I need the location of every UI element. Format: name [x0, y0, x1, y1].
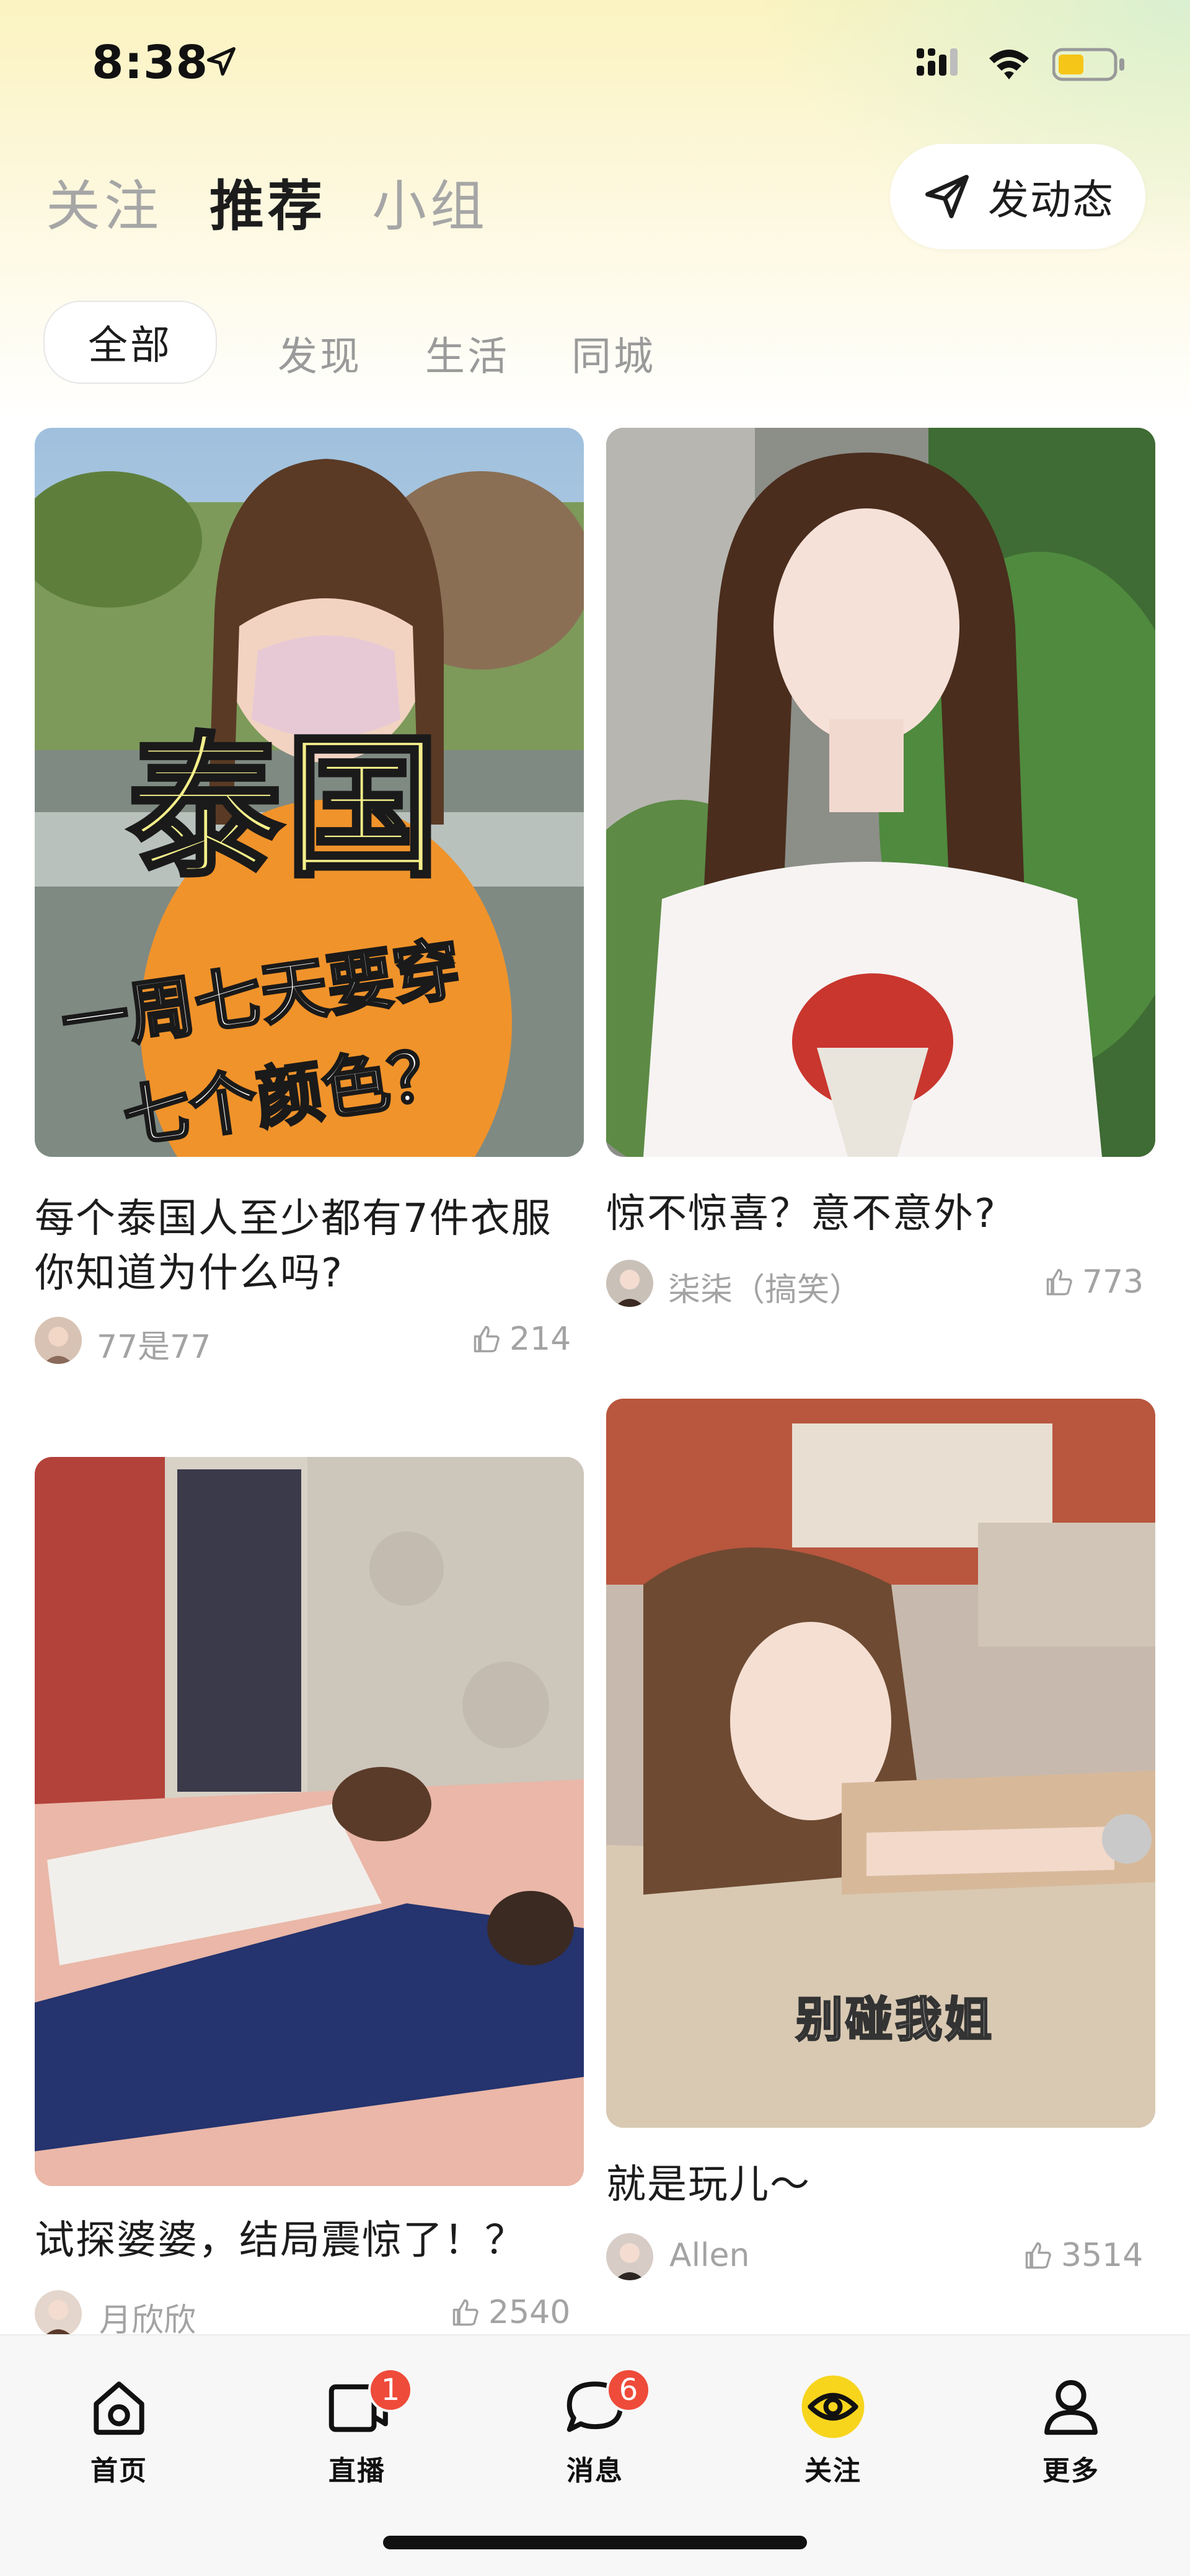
card-image-3[interactable]: [35, 1457, 584, 2186]
post-update-label: 发动态: [988, 176, 1114, 224]
like-count-4[interactable]: 3514: [1023, 2237, 1143, 2274]
nav-messages[interactable]: 6 消息: [521, 2368, 669, 2488]
thumbs-up-icon: [474, 1326, 500, 1353]
cellular-signal-icon: [917, 48, 958, 76]
bedroom-scene-illustration: [35, 1457, 584, 2186]
tab-groups[interactable]: 小组: [372, 162, 488, 241]
image-caption: 别碰我姐: [795, 1991, 994, 2048]
filter-local[interactable]: 同城: [571, 322, 656, 384]
card-title-3[interactable]: 试探婆婆，结局震惊了！？: [35, 2213, 580, 2268]
thumbs-up-icon: [452, 2299, 478, 2326]
nav-home-label: 首页: [90, 2455, 148, 2487]
filter-discover[interactable]: 发现: [278, 322, 362, 384]
nav-more[interactable]: 更多: [997, 2373, 1145, 2488]
battery-icon: [1052, 48, 1124, 81]
nav-messages-label: 消息: [566, 2455, 624, 2487]
author-name-3[interactable]: 月欣欣: [99, 2294, 196, 2340]
wifi-icon: [989, 50, 1029, 79]
nav-follow-label: 关注: [804, 2455, 862, 2487]
send-icon: [925, 175, 969, 218]
avatar[interactable]: [606, 2233, 653, 2280]
like-count-value: 3514: [1061, 2237, 1144, 2274]
girl-portrait-illustration: [606, 428, 1155, 1157]
thumbs-up-icon: [1025, 2242, 1051, 2269]
card-image-4[interactable]: 别碰我姐: [606, 1399, 1155, 2128]
nav-live-label: 直播: [328, 2455, 386, 2487]
like-count-1[interactable]: 214: [471, 1321, 571, 1358]
like-count-3[interactable]: 2540: [450, 2294, 570, 2331]
like-count-value: 773: [1082, 1264, 1144, 1301]
card-title-4[interactable]: 就是玩儿～: [606, 2158, 1152, 2212]
status-bar: 8:38: [0, 0, 1190, 130]
home-indicator[interactable]: [383, 2536, 807, 2549]
location-arrow-icon: [207, 47, 236, 76]
home-icon: [94, 2381, 144, 2435]
like-count-2[interactable]: 773: [1044, 1264, 1144, 1301]
nav-home[interactable]: 首页: [45, 2373, 193, 2488]
filter-life[interactable]: 生活: [425, 322, 509, 384]
filter-all[interactable]: 全部: [43, 301, 217, 384]
author-name-2[interactable]: 柒柒（搞笑）: [668, 1264, 862, 1310]
avatar[interactable]: [606, 1260, 653, 1307]
card-image-1[interactable]: 泰国 一周七天要穿 七个颜色？: [35, 428, 584, 1157]
card-title-2[interactable]: 惊不惊喜？意不意外?: [606, 1187, 1152, 1241]
post-update-button[interactable]: 发动态: [890, 144, 1145, 249]
author-name-4[interactable]: Allen: [669, 2237, 749, 2274]
author-name-1[interactable]: 77是77: [97, 1321, 211, 1367]
profile-icon: [1044, 2380, 1098, 2435]
nav-live[interactable]: 1 直播: [283, 2368, 431, 2488]
tab-recommend[interactable]: 推荐: [209, 162, 326, 241]
nav-follow[interactable]: 关注: [759, 2373, 907, 2488]
like-count-value: 214: [509, 1321, 571, 1358]
avatar[interactable]: [35, 1317, 82, 1364]
live-badge: 1: [368, 2368, 413, 2412]
thumbs-up-icon: [1046, 1268, 1072, 1296]
tab-follow[interactable]: 关注: [46, 162, 162, 241]
nav-more-label: 更多: [1042, 2455, 1100, 2487]
app-screen: 8:38 关注 推荐 小组 发动态 全部 发现 生活 同城 泰国 一周七天要穿 …: [0, 0, 1190, 2576]
like-count-value: 2540: [488, 2294, 571, 2331]
card-image-2[interactable]: [606, 428, 1155, 1157]
status-time: 8:38: [92, 36, 209, 89]
avatar[interactable]: [35, 2290, 82, 2337]
follow-eye-icon: [801, 2375, 865, 2438]
card-title-1[interactable]: 每个泰国人至少都有7件衣服 你知道为什么吗?: [35, 1192, 580, 1301]
image-overlay-title: 泰国: [126, 716, 443, 900]
messages-badge: 6: [606, 2368, 651, 2412]
